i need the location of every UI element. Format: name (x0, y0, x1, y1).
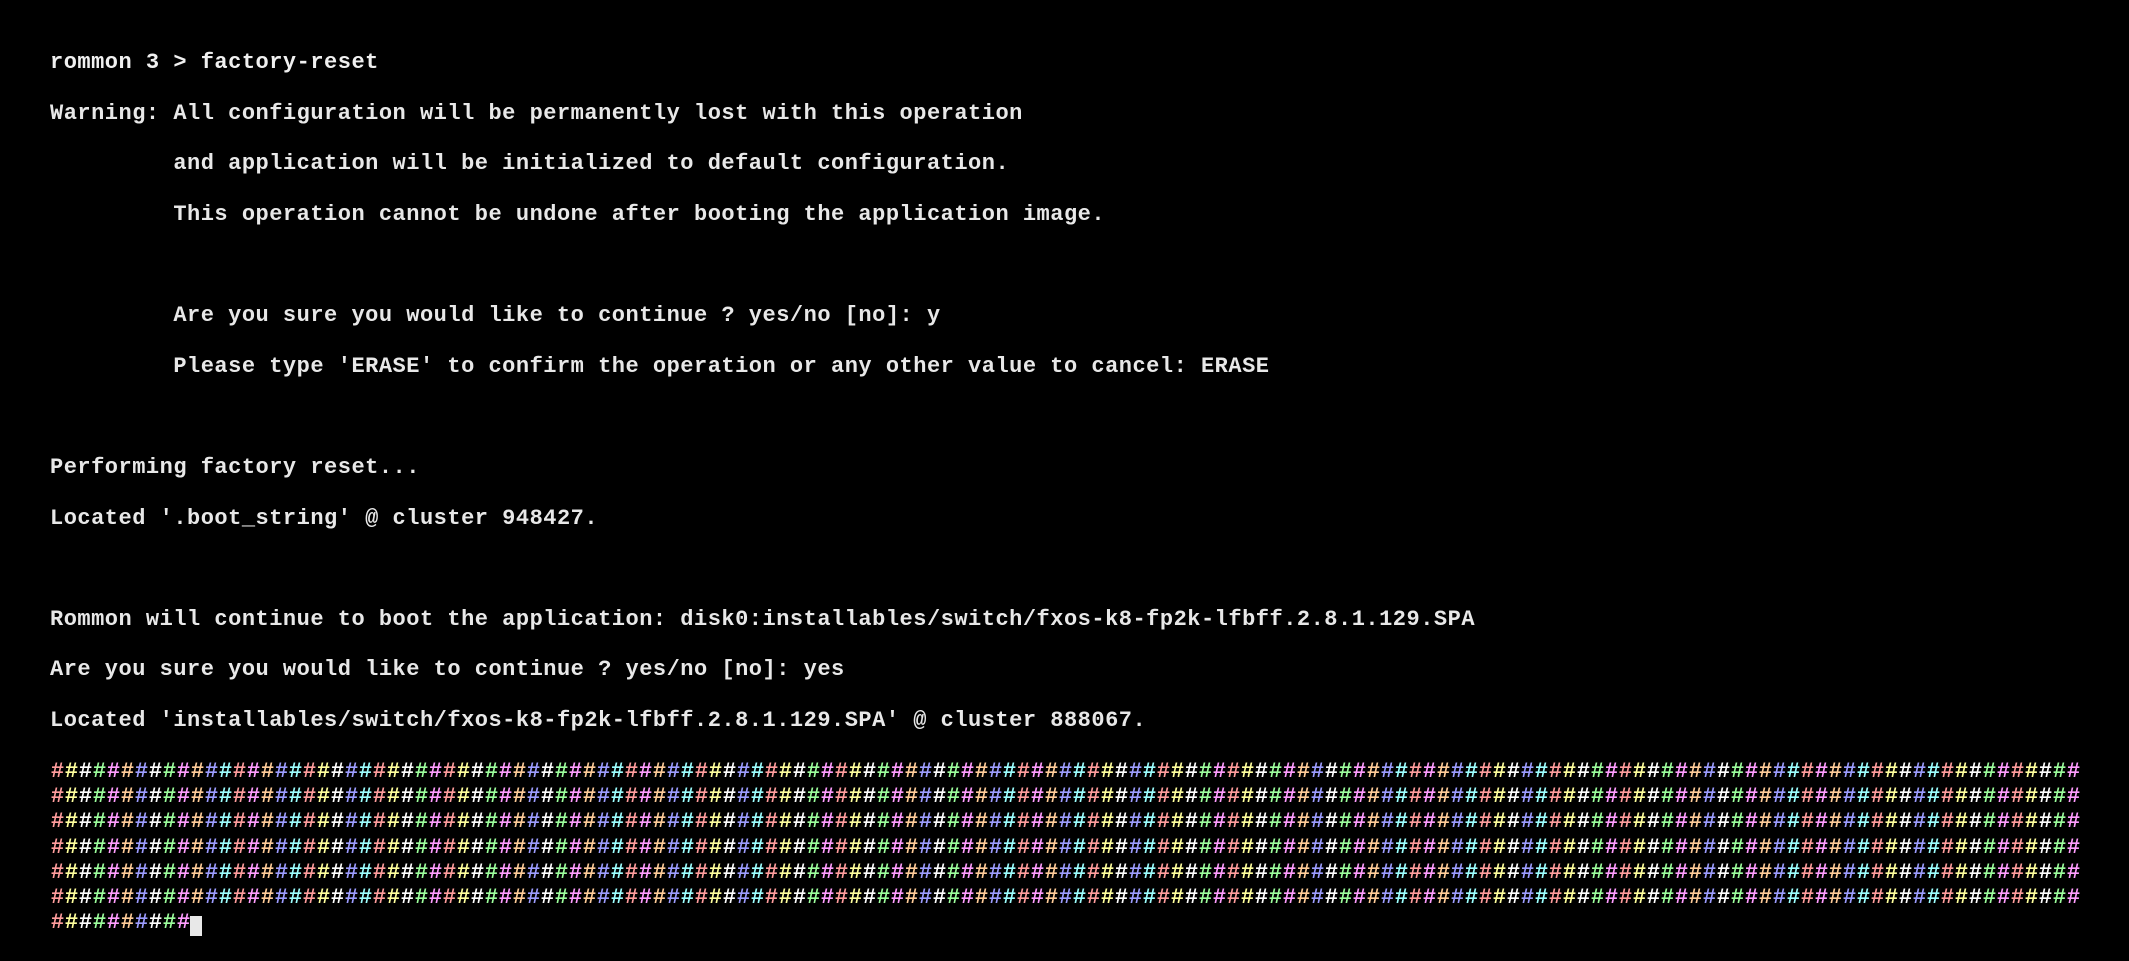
located-line-1: Located '.boot_string' @ cluster 948427. (50, 506, 2079, 531)
terminal-cursor (190, 916, 202, 936)
confirm-line-2: Please type 'ERASE' to confirm the opera… (50, 354, 2079, 379)
warning-line-1: Warning: All configuration will be perma… (50, 101, 2079, 126)
confirm-line-3: Are you sure you would like to continue … (50, 657, 2079, 682)
progress-bar: ########################################… (50, 759, 2079, 936)
confirm-line-1: Are you sure you would like to continue … (50, 303, 2079, 328)
located-line-2: Located 'installables/switch/fxos-k8-fp2… (50, 708, 2079, 733)
performing-line: Performing factory reset... (50, 455, 2079, 480)
warning-line-3: This operation cannot be undone after bo… (50, 202, 2079, 227)
warning-line-2: and application will be initialized to d… (50, 151, 2079, 176)
terminal-output: rommon 3 > factory-reset Warning: All co… (50, 25, 2079, 961)
rommon-boot-line: Rommon will continue to boot the applica… (50, 607, 2079, 632)
prompt-line: rommon 3 > factory-reset (50, 50, 2079, 75)
